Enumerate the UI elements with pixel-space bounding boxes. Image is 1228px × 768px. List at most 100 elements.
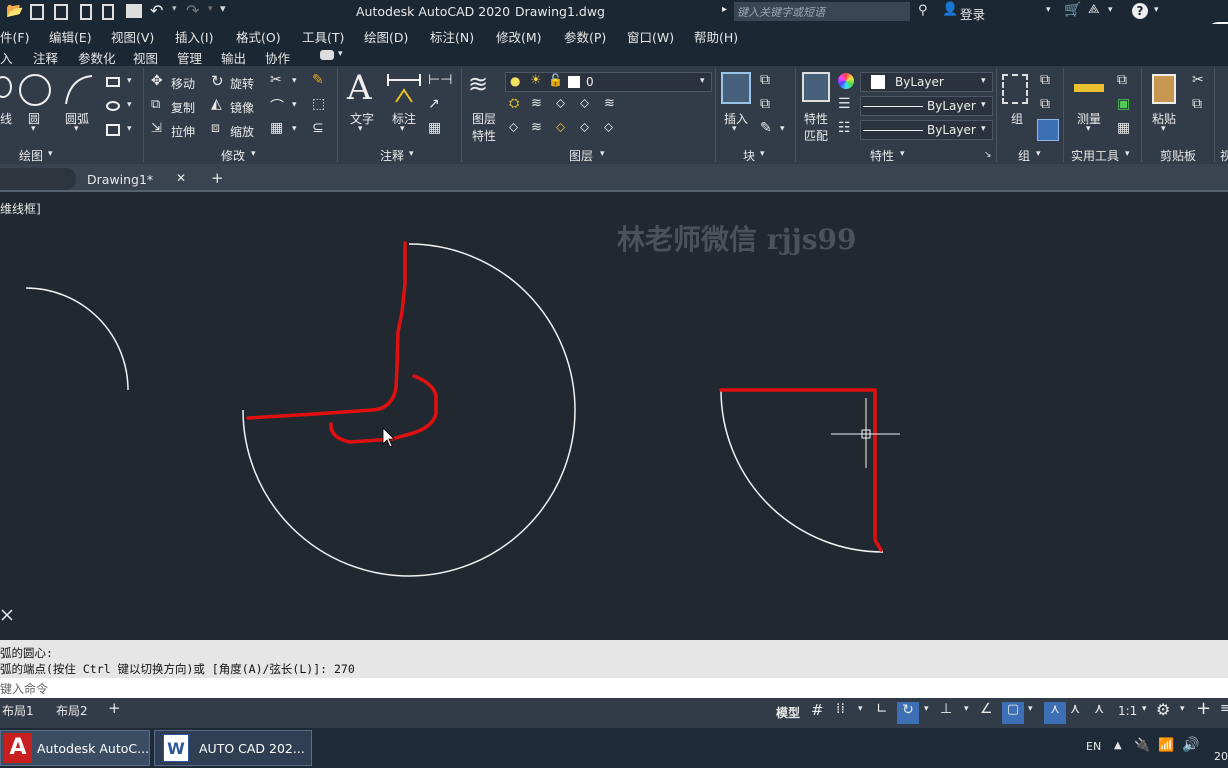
menu-file[interactable]: 件(F) (0, 27, 29, 46)
edit-block-icon[interactable]: ⧉ (760, 96, 770, 112)
color-dropdown[interactable]: ByLayer ▾ (860, 72, 993, 92)
paste-icon[interactable] (1152, 74, 1176, 104)
menu-help[interactable]: 帮助(H) (694, 27, 738, 46)
leader-icon[interactable]: ↗ (428, 96, 440, 112)
tab-output[interactable]: 输出 (221, 48, 246, 67)
login-dropdown-icon[interactable]: ▾ (1046, 5, 1051, 15)
panel-annotation-dropdown-icon[interactable]: ▾ (409, 149, 414, 159)
lineweight-icon[interactable]: ☰ (838, 96, 851, 112)
osnap-angle-icon[interactable]: ∠ (980, 701, 993, 723)
insert-dropdown-icon[interactable]: ▾ (732, 124, 737, 134)
tab-annotate[interactable]: 注释 (33, 48, 58, 67)
layer-tool-icon[interactable]: ≋ (531, 96, 542, 111)
circle-dropdown-icon[interactable]: ▾ (31, 124, 36, 134)
layer-tool-icon[interactable]: ⬦ (556, 120, 565, 135)
binoculars-icon[interactable]: ⚲ (918, 3, 928, 18)
group-label[interactable]: 组 (1011, 110, 1023, 127)
start-tab[interactable] (0, 168, 76, 190)
isodraft-dropdown-icon[interactable]: ▾ (964, 704, 969, 726)
workspace-dropdown-icon[interactable]: ▾ (1180, 704, 1185, 726)
fillet-dropdown-icon[interactable]: ▾ (292, 100, 297, 110)
copy-clip-icon[interactable]: ⧉ (1192, 96, 1202, 112)
text-dropdown-icon[interactable]: ▾ (358, 124, 363, 134)
command-input[interactable]: 键入命令 (0, 678, 1228, 698)
panel-block-dropdown-icon[interactable]: ▾ (760, 149, 765, 159)
edit-attributes-icon[interactable]: ✎ (760, 120, 772, 136)
menu-modify[interactable]: 修改(M) (496, 27, 542, 46)
layer-tool-icon[interactable]: ⬦ (580, 120, 589, 135)
language-indicator[interactable]: EN (1086, 740, 1101, 753)
rectangle-icon[interactable] (106, 77, 120, 87)
panel-utilities-label[interactable]: 实用工具 (1071, 147, 1119, 164)
arc-icon[interactable] (62, 72, 96, 108)
array-dropdown-icon[interactable]: ▾ (292, 124, 297, 134)
login-label[interactable]: 登录 (960, 4, 985, 23)
color-dropdown-arrow-icon[interactable]: ▾ (981, 76, 986, 86)
menu-edit[interactable]: 编辑(E) (49, 27, 92, 46)
menu-window[interactable]: 窗口(W) (627, 27, 674, 46)
tab-layout1[interactable]: 布局1 (2, 702, 34, 724)
task-autocad[interactable]: A Autodesk AutoC... (0, 730, 150, 766)
circle-icon[interactable] (19, 74, 51, 106)
tab-manage[interactable]: 管理 (177, 48, 202, 67)
snap-icon[interactable]: ⁞⁞ (836, 701, 845, 723)
redo-dropdown-icon[interactable]: ▾ (208, 4, 213, 14)
autodesk-dropdown-icon[interactable]: ▾ (1108, 5, 1113, 15)
undo-dropdown-icon[interactable]: ▾ (172, 4, 177, 14)
hatch-dropdown-icon[interactable]: ▾ (127, 124, 132, 134)
ellipse-icon[interactable] (106, 101, 120, 111)
layer-tool-icon[interactable]: ≋ (604, 96, 615, 111)
saveas-icon[interactable] (54, 4, 68, 20)
object-snap-icon[interactable]: ▢ (1002, 702, 1024, 724)
search-arrow-icon[interactable]: ▸ (722, 4, 727, 15)
open-icon[interactable]: 📂 (6, 3, 23, 19)
utility-tool-icon[interactable]: ▣ (1117, 96, 1130, 112)
new-icon[interactable] (80, 4, 92, 20)
annotation-visibility-icon[interactable]: ⋏ (1044, 702, 1066, 724)
panel-modify-dropdown-icon[interactable]: ▾ (251, 149, 256, 159)
mirror-label[interactable]: 镜像 (230, 99, 254, 116)
panel-view-label[interactable]: 视 (1220, 147, 1228, 164)
save-icon[interactable] (30, 4, 44, 20)
edit-attributes-dropdown-icon[interactable]: ▾ (780, 124, 785, 134)
ortho-icon[interactable]: ∟ (876, 701, 888, 723)
isodraft-icon[interactable]: ⊥ (940, 701, 952, 723)
group-select-icon[interactable] (1037, 119, 1059, 141)
cut-icon[interactable]: ✂ (1192, 72, 1204, 88)
layer-tool-icon[interactable]: ⬦ (604, 120, 613, 135)
measure-dropdown-icon[interactable]: ▾ (1086, 124, 1091, 134)
scale-label[interactable]: 缩放 (230, 123, 254, 140)
offset-icon[interactable]: ⊆ (312, 120, 324, 136)
linetype-dropdown[interactable]: ByLayer ▾ (860, 120, 993, 140)
panel-layers-dropdown-icon[interactable]: ▾ (600, 149, 605, 159)
sun-icon[interactable]: ☀ (530, 73, 542, 88)
linetype-icon[interactable]: ☷ (838, 120, 851, 136)
line-label[interactable]: 线 (0, 110, 12, 127)
lock-icon[interactable]: 🔓 (548, 73, 563, 87)
clock[interactable]: 20 (1214, 750, 1228, 763)
panel-groups-dropdown-icon[interactable]: ▾ (1036, 149, 1041, 159)
arc-dropdown-icon[interactable]: ▾ (74, 124, 79, 134)
auto-scale-icon[interactable]: ⋏ (1070, 701, 1080, 723)
match-properties-label-2[interactable]: 匹配 (804, 127, 828, 144)
plus-icon[interactable]: + (1196, 698, 1211, 720)
array-3d-icon[interactable]: ⬚ (312, 96, 325, 112)
group-icon[interactable] (1002, 74, 1028, 104)
menu-draw[interactable]: 绘图(D) (364, 27, 408, 46)
dimension-dropdown-icon[interactable]: ▾ (400, 124, 405, 134)
move-icon[interactable]: ✥ (151, 73, 163, 89)
panel-block-label[interactable]: 块 (743, 147, 755, 164)
search-input[interactable]: 键入关键字或短语 (734, 2, 910, 21)
stretch-icon[interactable]: ⇲ (151, 121, 162, 136)
print-icon[interactable] (126, 4, 142, 18)
panel-draw-label[interactable]: 绘图 (19, 147, 43, 164)
copy-icon[interactable]: ⧉ (151, 97, 160, 112)
tab-layout2[interactable]: 布局2 (56, 702, 88, 724)
volume-icon[interactable]: 🔊 (1182, 737, 1199, 753)
menu-tools[interactable]: 工具(T) (302, 27, 344, 46)
linear-dim-icon[interactable]: ⊢⊣ (428, 72, 452, 88)
layer-properties-icon[interactable]: ≋ (468, 70, 488, 98)
layer-dropdown[interactable]: ● ☀ 🔓 0 ▾ (505, 72, 712, 92)
menu-dimension[interactable]: 标注(N) (430, 27, 474, 46)
layer-properties-label-1[interactable]: 图层 (472, 110, 496, 127)
